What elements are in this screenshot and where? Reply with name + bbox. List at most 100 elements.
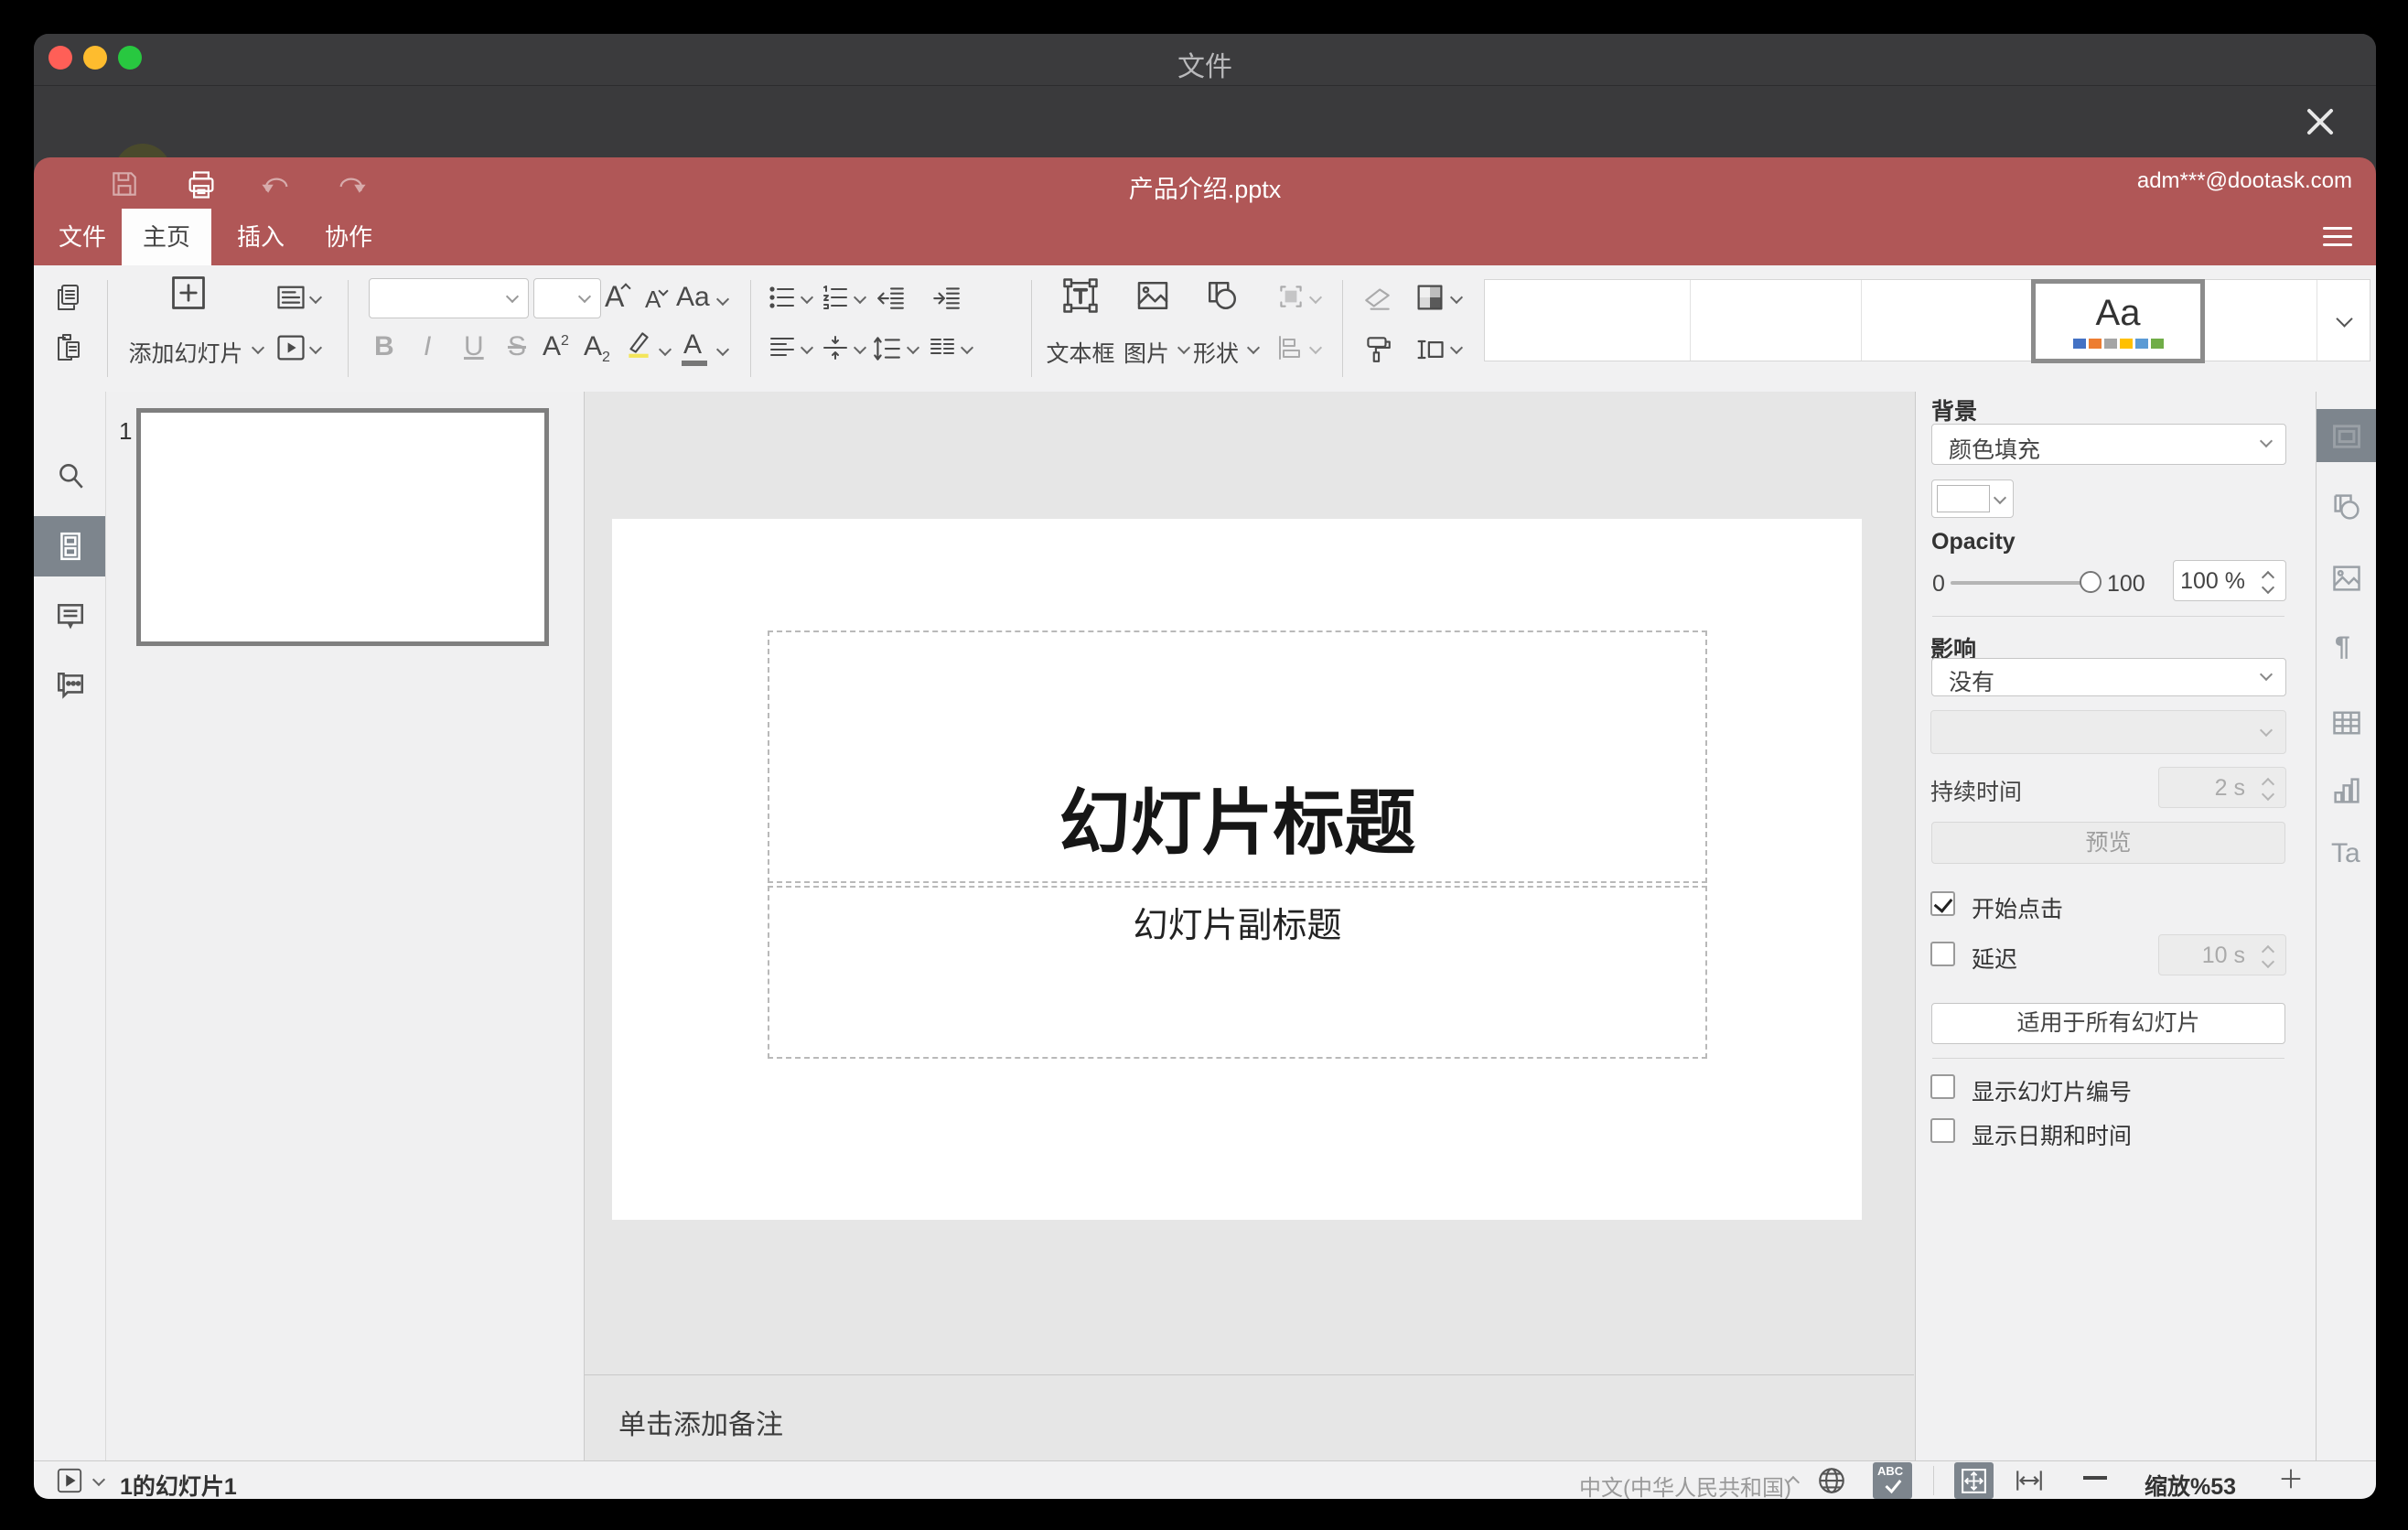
text-box-button[interactable]: 文本框 <box>1033 336 1128 369</box>
opacity-slider-knob[interactable] <box>2080 571 2102 593</box>
show-date-time-checkbox[interactable] <box>1930 1118 1955 1143</box>
strikethrough-icon[interactable]: S <box>508 331 526 362</box>
theme-slot[interactable] <box>1485 280 1691 361</box>
fit-slide-toggle[interactable] <box>1954 1462 1994 1499</box>
numbered-list-icon[interactable] <box>821 283 850 317</box>
chevron-down-icon[interactable] <box>715 292 730 307</box>
insert-image-button[interactable]: 图片 <box>1117 336 1176 369</box>
document-language-icon[interactable] <box>1816 1465 1847 1499</box>
increase-indent-icon[interactable] <box>930 283 962 318</box>
tab-image-settings[interactable] <box>2330 562 2363 599</box>
delay-spinner[interactable]: 10 s <box>2158 934 2286 975</box>
chevron-down-icon[interactable] <box>853 290 867 305</box>
insert-image-icon[interactable] <box>1134 277 1171 318</box>
chevron-down-icon[interactable] <box>906 340 920 355</box>
arrange-shape-icon[interactable] <box>1275 281 1306 317</box>
italic-icon[interactable]: I <box>424 331 431 362</box>
subtitle-placeholder[interactable]: 幻灯片副标题 <box>768 886 1707 1059</box>
copy-icon[interactable] <box>54 283 83 317</box>
slide-layout-icon[interactable] <box>274 281 307 318</box>
zoom-in-button[interactable] <box>2277 1465 2305 1497</box>
chevron-down-icon[interactable] <box>1449 290 1464 305</box>
font-name-combo[interactable] <box>369 278 529 318</box>
opacity-slider-track[interactable] <box>1951 581 2081 585</box>
preview-button[interactable]: 预览 <box>1931 822 2285 864</box>
slide-canvas[interactable]: 幻灯片标题 幻灯片副标题 <box>612 519 1862 1220</box>
theme-slot[interactable] <box>1861 280 2033 361</box>
add-slide-icon[interactable] <box>168 273 209 318</box>
vertical-align-icon[interactable] <box>821 333 850 367</box>
horizontal-align-icon[interactable] <box>768 333 797 367</box>
comments-icon[interactable] <box>55 600 86 636</box>
theme-gallery-expand[interactable] <box>2317 280 2371 361</box>
underline-icon[interactable]: U <box>464 331 484 362</box>
chevron-down-icon[interactable] <box>91 1472 106 1487</box>
increase-font-icon[interactable]: A <box>605 280 632 314</box>
effect-type-select[interactable] <box>1930 710 2286 754</box>
tab-textart-settings[interactable]: Ta <box>2331 838 2360 869</box>
background-fill-select[interactable]: 颜色填充 <box>1931 424 2286 465</box>
tab-file[interactable]: 文件 <box>43 209 122 265</box>
subscript-icon[interactable]: A2 <box>584 331 610 366</box>
chevron-down-icon[interactable] <box>1449 340 1464 355</box>
chat-icon[interactable] <box>55 670 86 706</box>
notes-divider[interactable] <box>585 1374 1914 1375</box>
slide-thumbnail[interactable] <box>136 408 549 646</box>
chevron-down-icon[interactable] <box>1246 340 1261 355</box>
align-shape-icon[interactable] <box>1275 333 1305 367</box>
fit-width-toggle[interactable] <box>2014 1465 2045 1499</box>
superscript-icon[interactable]: A2 <box>543 331 569 362</box>
title-placeholder[interactable]: 幻灯片标题 <box>768 630 1707 883</box>
font-color-icon[interactable]: A <box>682 329 707 366</box>
text-box-icon[interactable] <box>1062 277 1099 318</box>
bullet-list-icon[interactable] <box>768 283 797 317</box>
columns-icon[interactable] <box>928 333 957 367</box>
chevron-down-icon[interactable] <box>251 340 265 355</box>
sidebar-item-slides[interactable] <box>34 516 105 576</box>
chevron-down-icon[interactable] <box>800 290 814 305</box>
tab-paragraph-settings[interactable]: ¶ <box>2335 631 2350 663</box>
tab-chart-settings[interactable] <box>2330 774 2363 812</box>
show-slide-number-checkbox[interactable] <box>1930 1074 1955 1099</box>
notes-input[interactable]: 单击添加备注 <box>618 1402 783 1442</box>
bold-icon[interactable]: B <box>374 331 394 362</box>
start-slideshow-icon[interactable] <box>274 331 307 369</box>
tab-home[interactable]: 主页 <box>122 209 211 265</box>
start-on-click-checkbox[interactable] <box>1930 891 1955 916</box>
chevron-down-icon[interactable] <box>1308 290 1323 305</box>
apply-to-all-slides-button[interactable]: 适用于所有幻灯片 <box>1931 1003 2285 1044</box>
insert-shape-button[interactable]: 形状 <box>1187 336 1245 369</box>
chevron-down-icon[interactable] <box>308 290 323 305</box>
change-case-icon[interactable]: Aa <box>676 282 710 313</box>
opacity-spinner[interactable]: 100 % <box>2173 560 2286 601</box>
delay-checkbox[interactable] <box>1930 942 1955 966</box>
chevron-down-icon[interactable] <box>1308 340 1323 355</box>
paste-icon[interactable] <box>54 333 83 367</box>
line-spacing-icon[interactable] <box>871 333 902 369</box>
decrease-indent-icon[interactable] <box>875 283 906 318</box>
tab-collaboration[interactable]: 协作 <box>309 209 388 265</box>
chevron-down-icon[interactable] <box>658 342 672 357</box>
insert-shape-icon[interactable] <box>1204 277 1241 318</box>
tab-insert[interactable]: 插入 <box>221 209 300 265</box>
zoom-out-button[interactable] <box>2083 1476 2107 1480</box>
duration-spinner[interactable]: 2 s <box>2158 767 2286 808</box>
tab-shape-settings[interactable] <box>2330 490 2363 528</box>
close-icon[interactable] <box>2301 102 2339 141</box>
effect-select[interactable]: 没有 <box>1931 658 2286 696</box>
chevron-down-icon[interactable] <box>853 340 867 355</box>
theme-slot[interactable] <box>2205 280 2317 361</box>
chevron-down-icon[interactable] <box>800 340 814 355</box>
chevron-down-icon[interactable] <box>715 342 730 357</box>
background-color-swatch[interactable] <box>1931 479 2014 518</box>
language-selector[interactable]: 中文(中华人民共和国) <box>1579 1470 1791 1499</box>
slide-size-icon[interactable] <box>1414 333 1446 371</box>
theme-slot[interactable] <box>1690 280 1862 361</box>
paint-roller-icon[interactable] <box>1362 333 1393 369</box>
font-size-combo[interactable] <box>533 278 601 318</box>
search-icon[interactable] <box>55 460 86 496</box>
highlight-color-icon[interactable] <box>623 328 654 363</box>
tab-table-settings[interactable] <box>2330 706 2363 744</box>
theme-selected[interactable]: Aa <box>2031 279 2205 363</box>
eraser-icon[interactable] <box>1362 283 1393 318</box>
